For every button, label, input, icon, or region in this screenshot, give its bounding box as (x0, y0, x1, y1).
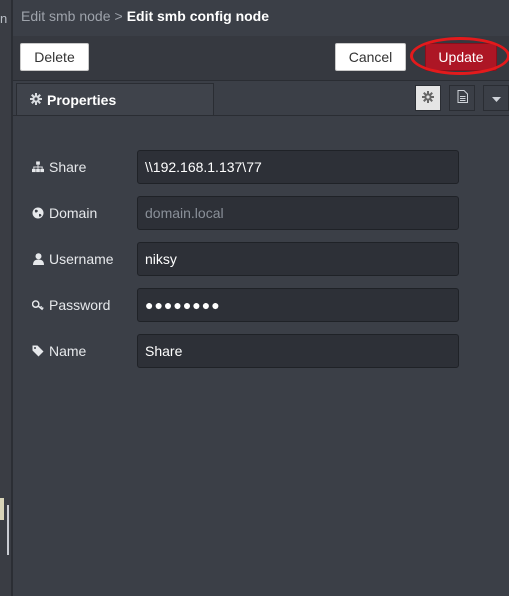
name-input[interactable] (137, 334, 459, 368)
share-label: Share (32, 150, 86, 184)
tab-bar: Properties (13, 81, 509, 116)
username-label: Username (32, 242, 114, 276)
tab-properties[interactable]: Properties (16, 83, 214, 115)
background-scrollbar (7, 505, 9, 555)
delete-button[interactable]: Delete (20, 43, 89, 71)
domain-label-text: Domain (49, 205, 98, 221)
globe-icon (32, 206, 44, 220)
domain-row: Domain (32, 196, 462, 230)
name-label-text: Name (49, 343, 87, 359)
breadcrumb: Edit smb node > Edit smb config node (21, 8, 269, 24)
description-tab-button[interactable] (449, 85, 475, 111)
tag-icon (32, 344, 44, 358)
document-icon (457, 90, 468, 106)
password-input[interactable] (137, 288, 459, 322)
name-row: Name (32, 334, 462, 368)
sitemap-icon (32, 160, 44, 174)
share-row: Share (32, 150, 462, 184)
key-icon (32, 298, 44, 312)
breadcrumb-current: Edit smb config node (126, 8, 270, 24)
background-highlight (0, 498, 4, 520)
tab-menu-button[interactable] (483, 85, 509, 111)
breadcrumb-parent[interactable]: Edit smb node (21, 8, 111, 24)
breadcrumb-separator: > (114, 8, 123, 24)
password-label: Password (32, 288, 110, 322)
password-label-text: Password (49, 297, 111, 313)
domain-label: Domain (32, 196, 97, 230)
domain-input[interactable] (137, 196, 459, 230)
cancel-button[interactable]: Cancel (335, 43, 406, 71)
user-icon (32, 252, 44, 266)
update-button[interactable]: Update (425, 43, 497, 71)
background-text-fragment: n (0, 11, 8, 26)
editor-toolbar: Delete Cancel Update (13, 36, 509, 81)
password-row: Password (32, 288, 462, 322)
username-label-text: Username (49, 251, 114, 267)
gear-icon (422, 90, 434, 106)
settings-tab-button[interactable] (415, 85, 441, 111)
caret-down-icon (491, 91, 501, 106)
gear-icon (30, 92, 42, 108)
name-label: Name (32, 334, 86, 368)
share-label-text: Share (49, 159, 87, 175)
username-row: Username (32, 242, 462, 276)
username-input[interactable] (137, 242, 459, 276)
share-input[interactable] (137, 150, 459, 184)
tab-properties-label: Properties (47, 91, 117, 108)
